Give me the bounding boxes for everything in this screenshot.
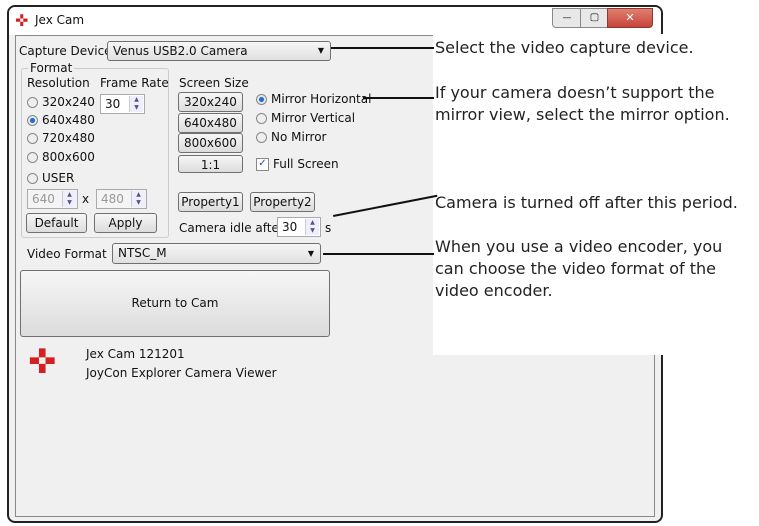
annotation-capture-device: Select the video capture device. xyxy=(435,38,694,57)
radio-icon xyxy=(27,96,38,108)
property2-button[interactable]: Property2 xyxy=(250,192,315,212)
window-title: Jex Cam xyxy=(35,13,85,27)
capture-device-select[interactable]: Venus USB2.0 Camera ▼ xyxy=(107,41,331,61)
radio-icon xyxy=(27,172,38,184)
video-format-label: Video Format xyxy=(27,247,107,261)
title-bar: ✜ Jex Cam — ▢ ✕ xyxy=(9,7,661,35)
screen-size-1-1-button[interactable]: 1:1 xyxy=(178,155,243,173)
radio-icon xyxy=(27,151,38,163)
resolution-radio-640x480[interactable]: 640x480 xyxy=(27,113,95,127)
spin-arrows-icon[interactable]: ▲ ▼ xyxy=(131,191,145,207)
minimize-button[interactable]: — xyxy=(552,8,582,28)
radio-label: Mirror Vertical xyxy=(271,111,356,125)
annotation-video-format: When you use a video encoder, you can ch… xyxy=(435,237,723,300)
mirror-vertical-radio[interactable]: Mirror Vertical xyxy=(256,111,355,125)
apply-button[interactable]: Apply xyxy=(94,213,157,233)
no-mirror-radio[interactable]: No Mirror xyxy=(256,130,327,144)
resolution-radio-720x480[interactable]: 720x480 xyxy=(27,131,95,145)
close-button[interactable]: ✕ xyxy=(607,8,653,28)
spin-arrows-icon[interactable]: ▲ ▼ xyxy=(62,191,76,207)
radio-icon xyxy=(256,112,267,124)
radio-label: USER xyxy=(42,171,75,185)
video-format-value: NTSC_M xyxy=(118,246,167,260)
camera-idle-unit: s xyxy=(325,221,332,235)
return-to-cam-button[interactable]: Return to Cam xyxy=(20,270,330,337)
radio-label: 720x480 xyxy=(42,131,95,145)
radio-label: 640x480 xyxy=(42,113,95,127)
annotation-mirror: If your camera doesn’t support the mirro… xyxy=(435,83,730,124)
callout-line xyxy=(363,97,434,99)
radio-icon xyxy=(256,131,267,143)
radio-label: No Mirror xyxy=(271,130,327,144)
app-logo-icon: ✜ xyxy=(15,11,29,30)
radio-icon xyxy=(27,132,38,144)
checkbox-label: Full Screen xyxy=(273,157,339,171)
radio-label: 320x240 xyxy=(42,95,95,109)
frame-rate-stepper[interactable]: 30 ▲ ▼ xyxy=(100,94,145,114)
radio-label: Mirror Horizontal xyxy=(271,92,372,106)
user-x-label: x xyxy=(82,192,90,206)
capture-device-label: Capture Device xyxy=(19,44,112,58)
chevron-down-icon: ▼ xyxy=(317,46,324,55)
user-width-value: 640 xyxy=(32,192,55,206)
radio-selected-icon xyxy=(256,93,267,105)
about-description: JoyCon Explorer Camera Viewer xyxy=(86,366,277,380)
screen-size-label: Screen Size xyxy=(179,76,249,90)
chevron-down-icon: ▼ xyxy=(307,249,314,258)
resolution-label: Resolution xyxy=(27,76,90,90)
about-version: Jex Cam 121201 xyxy=(86,347,185,361)
camera-idle-stepper[interactable]: 30 ▲ ▼ xyxy=(277,217,321,237)
screen-size-800x600-button[interactable]: 800x600 xyxy=(178,133,243,153)
callout-line xyxy=(323,253,434,255)
capture-device-value: Venus USB2.0 Camera xyxy=(113,44,248,58)
radio-selected-icon xyxy=(27,114,38,126)
checkmark-icon: ✓ xyxy=(256,157,269,171)
user-width-stepper[interactable]: 640 ▲ ▼ xyxy=(27,189,78,209)
mirror-horizontal-radio[interactable]: Mirror Horizontal xyxy=(256,92,371,106)
radio-label: 800x600 xyxy=(42,150,95,164)
frame-rate-label: Frame Rate xyxy=(100,76,169,90)
maximize-button[interactable]: ▢ xyxy=(580,8,609,28)
spin-arrows-icon[interactable]: ▲ ▼ xyxy=(305,219,319,235)
resolution-radio-320x240[interactable]: 320x240 xyxy=(27,95,95,109)
frame-rate-value: 30 xyxy=(105,97,121,111)
callout-line xyxy=(331,47,434,49)
property1-button[interactable]: Property1 xyxy=(178,192,243,212)
resolution-radio-800x600[interactable]: 800x600 xyxy=(27,150,95,164)
camera-idle-label: Camera idle after xyxy=(179,221,284,235)
format-group-label: Format xyxy=(28,61,75,75)
video-format-select[interactable]: NTSC_M ▼ xyxy=(112,243,321,264)
default-button[interactable]: Default xyxy=(26,213,87,233)
spin-arrows-icon[interactable]: ▲ ▼ xyxy=(129,96,143,112)
screen-size-640x480-button[interactable]: 640x480 xyxy=(178,113,243,133)
user-height-value: 480 xyxy=(101,192,124,206)
screen-size-320x240-button[interactable]: 320x240 xyxy=(178,92,243,112)
user-height-stepper[interactable]: 480 ▲ ▼ xyxy=(96,189,147,209)
annotation-camera-idle: Camera is turned off after this period. xyxy=(435,193,738,212)
app-logo-icon: ✜ xyxy=(28,342,57,382)
resolution-radio-user[interactable]: USER xyxy=(27,171,74,185)
camera-idle-value: 30 xyxy=(282,220,298,234)
full-screen-checkbox[interactable]: ✓ Full Screen xyxy=(256,157,339,171)
